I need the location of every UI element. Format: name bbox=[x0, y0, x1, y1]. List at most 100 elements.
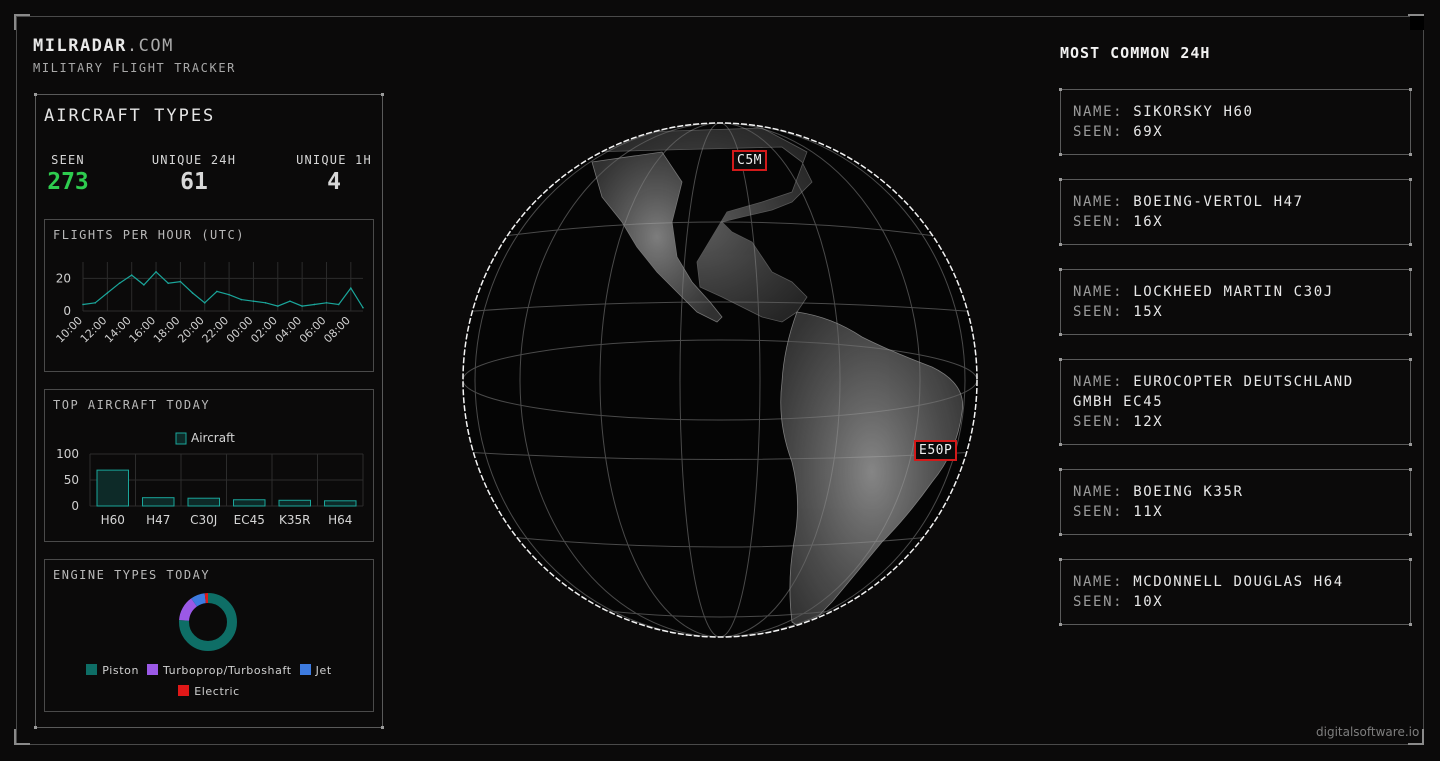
x-tick-label: H64 bbox=[328, 513, 352, 527]
panel-title: AIRCRAFT TYPES bbox=[44, 106, 216, 126]
data-point bbox=[252, 300, 255, 302]
engine-types-donut-chart[interactable] bbox=[45, 560, 373, 660]
data-point bbox=[155, 271, 157, 273]
bar bbox=[233, 499, 266, 507]
data-point bbox=[301, 305, 303, 307]
x-tick-label: H60 bbox=[101, 513, 125, 527]
legend-swatch bbox=[86, 664, 98, 675]
legend-item[interactable]: Turboprop/Turboshaft bbox=[147, 660, 292, 681]
aircraft-marker-c5m[interactable]: C5M bbox=[732, 150, 767, 171]
x-tick-label: 02:00 bbox=[248, 314, 280, 346]
aircraft-name: SIKORSKY H60 bbox=[1133, 104, 1254, 120]
data-point bbox=[216, 290, 218, 293]
data-point bbox=[118, 282, 121, 285]
aircraft-seen-count: 12X bbox=[1133, 414, 1164, 430]
engine-types-legend: Piston Turboprop/Turboshaft Jet Electric bbox=[45, 660, 373, 702]
frame-corner bbox=[14, 729, 30, 745]
bar bbox=[324, 500, 357, 507]
x-tick-label: 06:00 bbox=[297, 314, 329, 346]
data-point bbox=[228, 293, 230, 296]
aircraft-card[interactable]: NAME: SIKORSKY H60 SEEN: 69X bbox=[1059, 88, 1412, 156]
data-point bbox=[143, 284, 145, 286]
x-tick-label: 10:00 bbox=[54, 314, 86, 346]
x-tick-label: H47 bbox=[146, 513, 170, 527]
data-point bbox=[179, 280, 182, 283]
seen-key: SEEN: bbox=[1073, 414, 1124, 430]
brand-subtitle: MILITARY FLIGHT TRACKER bbox=[33, 61, 236, 75]
aircraft-seen-count: 10X bbox=[1133, 594, 1164, 610]
x-tick-label: 22:00 bbox=[200, 314, 232, 346]
aircraft-card[interactable]: NAME: BOEING-VERTOL H47 SEEN: 16X bbox=[1059, 178, 1412, 246]
data-point bbox=[289, 300, 291, 302]
legend-item[interactable]: Piston bbox=[86, 660, 139, 681]
stat-seen: SEEN 273 bbox=[42, 153, 94, 195]
most-common-title: MOST COMMON 24H bbox=[1060, 44, 1211, 62]
bar bbox=[187, 497, 220, 507]
y-tick-label: 20 bbox=[56, 271, 71, 285]
aircraft-card[interactable]: NAME: LOCKHEED MARTIN C30J SEEN: 15X bbox=[1059, 268, 1412, 336]
aircraft-seen-count: 69X bbox=[1133, 124, 1164, 140]
legend-label: Turboprop/Turboshaft bbox=[163, 664, 292, 677]
aircraft-name: BOEING K35R bbox=[1133, 484, 1244, 500]
seen-key: SEEN: bbox=[1073, 304, 1124, 320]
aircraft-name: MCDONNELL DOUGLAS H64 bbox=[1133, 574, 1344, 590]
legend-label: Aircraft bbox=[191, 431, 235, 445]
top-aircraft-bar-chart[interactable]: Aircraft 0 50 100 H60 H47 C30J EC45 K35R H64 bbox=[45, 390, 373, 541]
name-key: NAME: bbox=[1073, 104, 1124, 120]
flights-line-chart[interactable]: 10:0012:0014:0016:0018:0020:0022:0000:00… bbox=[45, 220, 373, 371]
aircraft-card[interactable]: NAME: EUROCOPTER DEUTSCHLAND GMBH EC45 S… bbox=[1059, 358, 1412, 446]
globe-map[interactable] bbox=[462, 122, 978, 638]
y-tick-label: 50 bbox=[64, 473, 79, 487]
data-point bbox=[191, 292, 194, 294]
name-key: NAME: bbox=[1073, 194, 1124, 210]
name-key: NAME: bbox=[1073, 574, 1124, 590]
name-key: NAME: bbox=[1073, 374, 1124, 390]
aircraft-seen-count: 15X bbox=[1133, 304, 1164, 320]
brand-tld: .COM bbox=[126, 36, 174, 56]
aircraft-card[interactable]: NAME: MCDONNELL DOUGLAS H64 SEEN: 10X bbox=[1059, 558, 1412, 626]
seen-key: SEEN: bbox=[1073, 504, 1124, 520]
x-tick-label: EC45 bbox=[234, 513, 265, 527]
stat-label: SEEN bbox=[51, 153, 85, 167]
x-tick-label: 14:00 bbox=[102, 314, 134, 346]
aircraft-seen-count: 11X bbox=[1133, 504, 1164, 520]
bar bbox=[96, 469, 129, 507]
brand-name: MILRADAR bbox=[33, 36, 127, 56]
legend-swatch bbox=[147, 664, 159, 675]
x-tick-label: 08:00 bbox=[321, 314, 353, 346]
footer-credit-link[interactable]: digitalsoftware.io bbox=[1316, 725, 1419, 739]
stat-value: 4 bbox=[327, 169, 341, 195]
data-point bbox=[130, 274, 133, 276]
data-point bbox=[94, 302, 96, 304]
stat-value: 273 bbox=[47, 169, 89, 195]
x-tick-label: 20:00 bbox=[175, 314, 207, 346]
name-key: NAME: bbox=[1073, 484, 1124, 500]
aircraft-card[interactable]: NAME: BOEING K35R SEEN: 11X bbox=[1059, 468, 1412, 536]
x-tick-label: 18:00 bbox=[151, 314, 183, 346]
flights-per-hour-card: FLIGHTS PER HOUR (UTC) 10:00 12:00 14:00 16… bbox=[44, 219, 374, 372]
legend-item[interactable]: Jet bbox=[299, 660, 332, 681]
y-tick-label: 0 bbox=[71, 499, 79, 513]
bar bbox=[278, 499, 311, 507]
aircraft-name: BOEING-VERTOL H47 bbox=[1133, 194, 1304, 210]
bar bbox=[142, 497, 175, 507]
y-tick-label: 100 bbox=[56, 447, 79, 461]
legend-label: Jet bbox=[315, 664, 332, 677]
data-point bbox=[203, 302, 206, 304]
name-key: NAME: bbox=[1073, 284, 1124, 300]
brand-logo[interactable]: MILRADAR.COM bbox=[33, 36, 174, 56]
data-point bbox=[276, 305, 279, 307]
data-point bbox=[337, 303, 340, 306]
aircraft-seen-count: 16X bbox=[1133, 214, 1164, 230]
y-tick-label: 0 bbox=[63, 304, 71, 318]
stat-value: 61 bbox=[180, 169, 208, 195]
aircraft-marker-e50p[interactable]: E50P bbox=[914, 440, 958, 461]
stat-label: UNIQUE 1H bbox=[296, 153, 372, 167]
stat-unique-24h: UNIQUE 24H 61 bbox=[144, 153, 244, 195]
legend-swatch bbox=[299, 664, 311, 675]
data-point bbox=[264, 302, 267, 304]
frame-corner-fill bbox=[1410, 16, 1424, 30]
legend-item[interactable]: Electric bbox=[178, 681, 240, 702]
engine-types-card: ENGINE TYPES TODAY Piston Turboprop/Turbo… bbox=[44, 559, 374, 712]
legend-label: Piston bbox=[102, 664, 140, 677]
